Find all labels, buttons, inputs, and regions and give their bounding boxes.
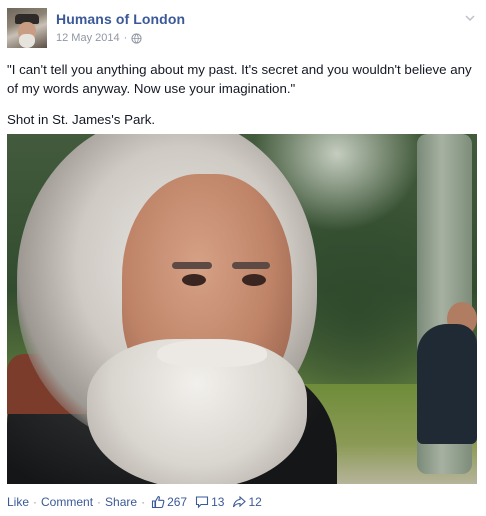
like-button[interactable]: Like (7, 495, 29, 509)
facebook-post: Humans of London 12 May 2014 · "I can't … (0, 0, 486, 516)
post-meta: 12 May 2014 · (56, 32, 142, 44)
likes-count[interactable]: 267 (167, 495, 187, 509)
post-header: Humans of London 12 May 2014 · (7, 8, 478, 50)
comment-bubble-icon (196, 496, 209, 509)
page-avatar[interactable] (7, 8, 47, 48)
share-button[interactable]: Share (105, 495, 137, 509)
post-date[interactable]: 12 May 2014 (56, 32, 120, 44)
post-actions: Like · Comment · Share · 267 13 12 (7, 495, 268, 509)
comments-count[interactable]: 13 (211, 495, 224, 509)
action-separator: · (141, 495, 146, 509)
shares-count[interactable]: 12 (248, 495, 261, 509)
chevron-down-icon[interactable] (464, 12, 476, 24)
page-name-link[interactable]: Humans of London (56, 11, 185, 27)
post-caption: Shot in St. James's Park. (7, 112, 156, 127)
comment-button[interactable]: Comment (41, 495, 93, 509)
post-quote: "I can't tell you anything about my past… (7, 62, 472, 96)
globe-icon[interactable] (131, 32, 142, 44)
post-photo[interactable] (7, 134, 477, 484)
action-separator: · (97, 495, 102, 509)
thumbs-up-icon (152, 495, 165, 509)
share-arrow-icon (233, 495, 247, 508)
post-text: "I can't tell you anything about my past… (7, 60, 477, 141)
action-separator: · (33, 495, 38, 509)
meta-separator: · (123, 32, 128, 44)
